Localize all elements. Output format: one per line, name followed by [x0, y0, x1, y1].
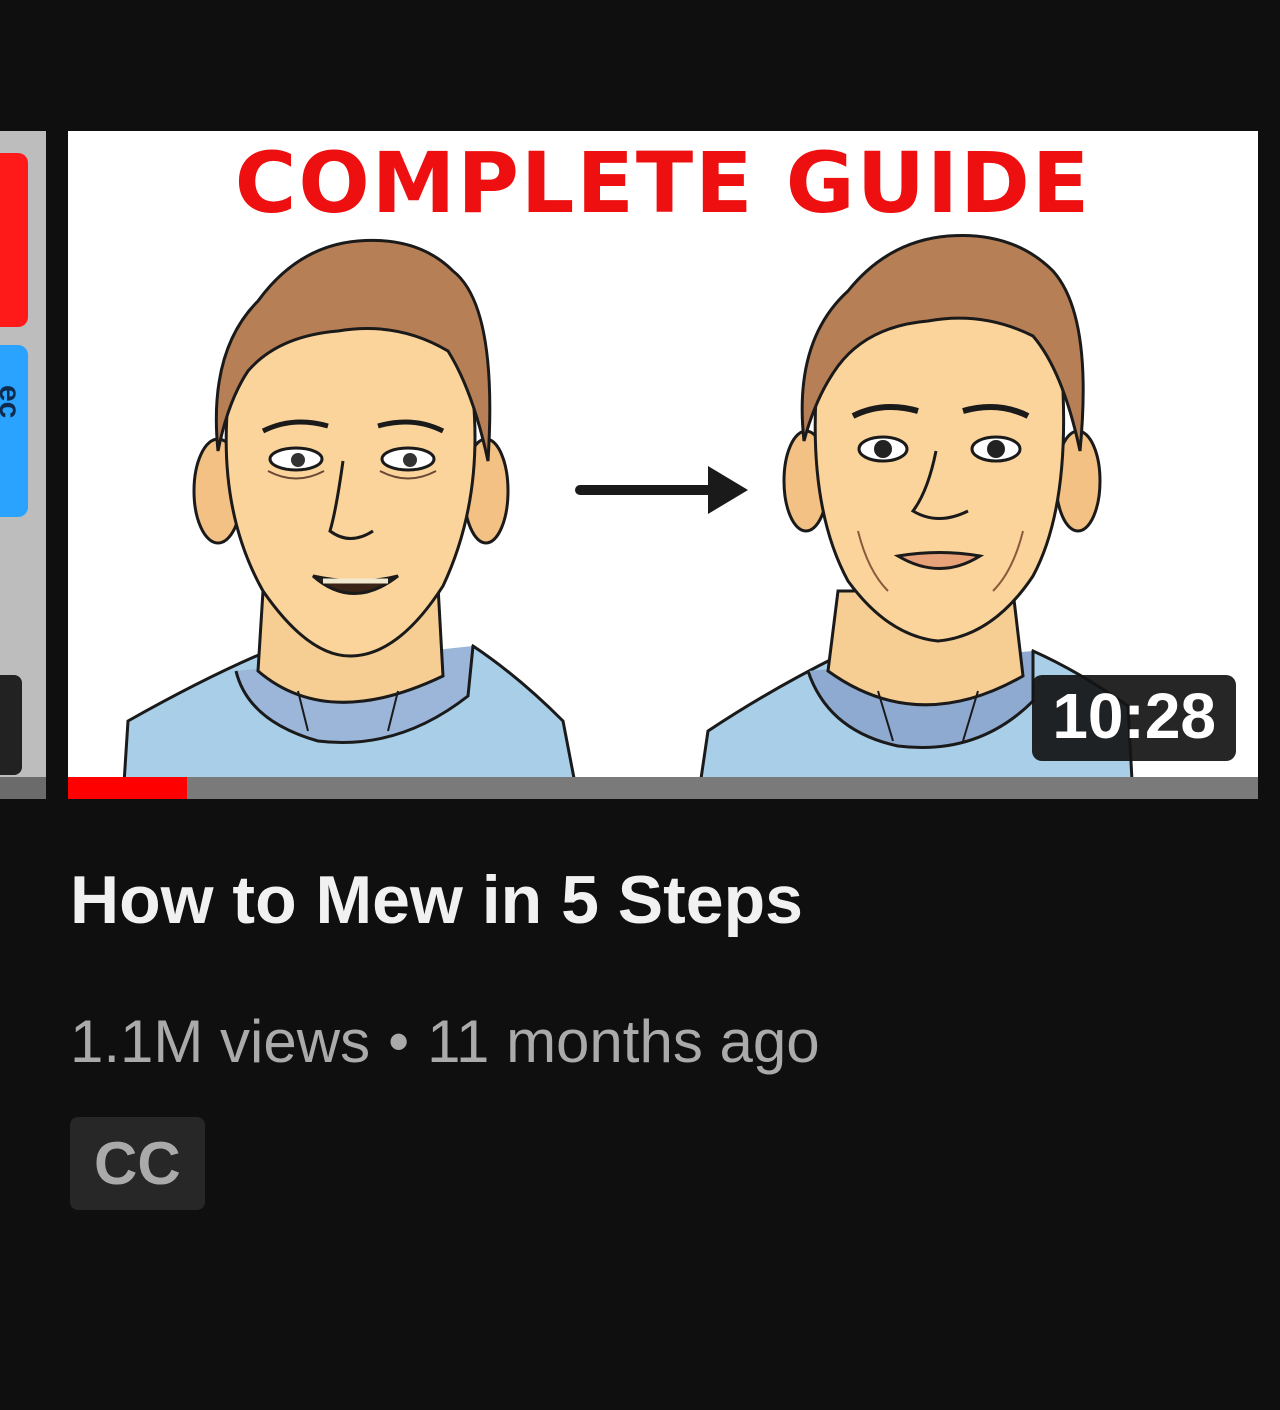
video-card[interactable]: COMPLETE GUIDE 10:28 How to Mew in 5 Ste…	[68, 131, 1258, 1211]
before-face-illustration	[121, 238, 580, 799]
watch-progress-fill	[68, 777, 187, 799]
previous-thumbnail-blue-shape: ec	[0, 345, 28, 517]
watch-progress-bar	[68, 777, 1258, 799]
video-thumbnail[interactable]: COMPLETE GUIDE 10:28	[68, 131, 1258, 799]
video-title[interactable]: How to Mew in 5 Steps	[70, 861, 1258, 939]
thumbnail-headline: COMPLETE GUIDE	[234, 134, 1092, 232]
metadata-separator: •	[388, 1008, 410, 1076]
duration-badge: 10:28	[1032, 675, 1236, 762]
previous-video-card-edge[interactable]: ec	[0, 131, 46, 799]
previous-thumbnail-text: ec	[0, 385, 26, 419]
previous-thumbnail-red-shape	[0, 153, 28, 327]
video-metadata: 1.1M views • 11 months ago	[70, 1009, 1258, 1075]
closed-captions-badge: CC	[70, 1117, 205, 1211]
previous-duration-badge	[0, 675, 22, 775]
previous-progress-track	[0, 777, 46, 799]
view-count: 1.1M views	[70, 1008, 371, 1076]
right-arrow-icon	[575, 466, 748, 514]
upload-age: 11 months ago	[427, 1008, 820, 1076]
